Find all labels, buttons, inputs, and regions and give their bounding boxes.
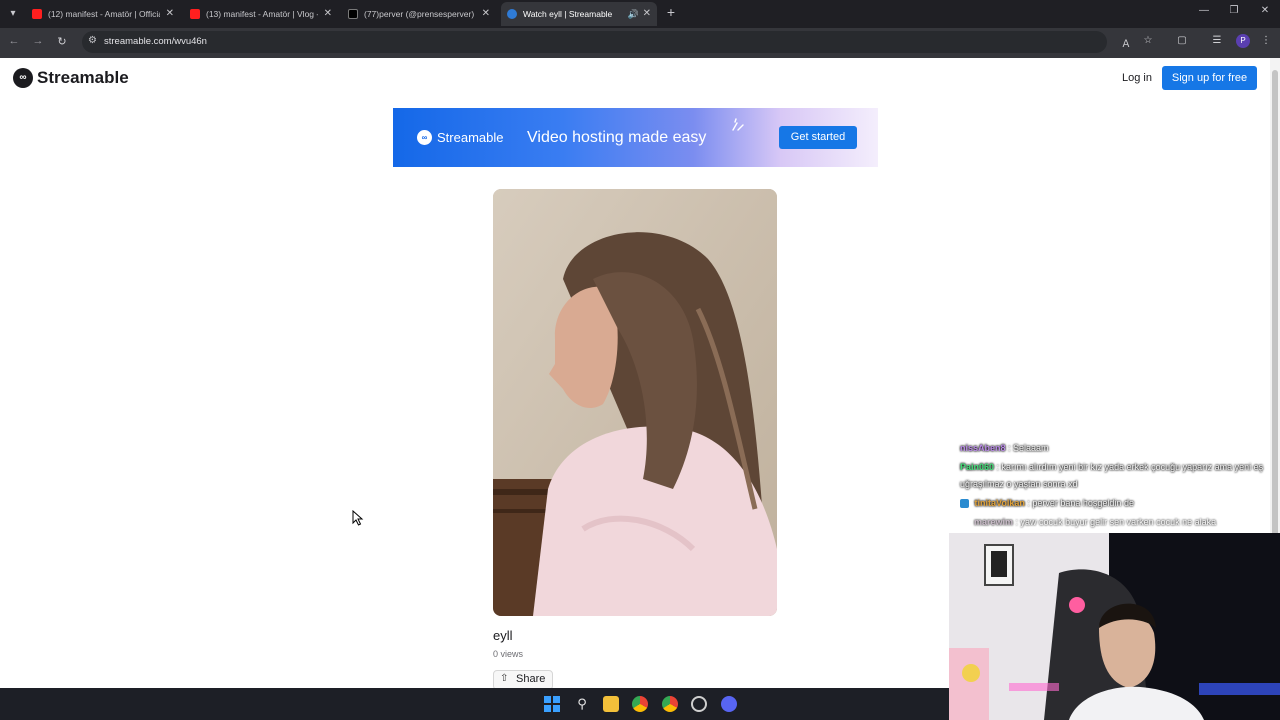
video-title: eyll <box>493 628 513 643</box>
profile-avatar[interactable]: P <box>1236 34 1250 48</box>
tab-streamable[interactable]: Watch eyll | Streamable 🔊 ✕ <box>501 2 657 26</box>
tab-title: (13) manifest - Amatör | Vlog - <box>206 9 318 19</box>
settings-icon[interactable] <box>691 696 707 712</box>
chat-message: Pain060 : karımı alırdım yeni bir kız ya… <box>960 459 1266 493</box>
tiktok-icon <box>348 9 358 19</box>
streamable-icon <box>507 9 517 19</box>
stream-chat-overlay: nissAben8 : Selaaam Pain060 : karımı alı… <box>952 438 1270 534</box>
chat-text: : karımı alırdım yeni bir kız yada erkek… <box>960 462 1264 489</box>
bookmark-star-icon[interactable]: ☆ <box>1140 35 1156 46</box>
tab-youtube-2[interactable]: (13) manifest - Amatör | Vlog - ✕ <box>184 2 338 26</box>
mouse-cursor-icon <box>352 510 364 526</box>
login-link[interactable]: Log in <box>1112 68 1162 88</box>
close-window-icon[interactable]: ✕ <box>1258 5 1272 16</box>
browser-tab-bar: ▾ (12) manifest - Amatör | Officia ✕ (13… <box>0 0 1280 28</box>
promo-banner[interactable]: ∞ Streamable Video hosting made easy Get… <box>393 108 878 167</box>
address-bar[interactable]: ⚙ streamable.com/wvu46n <box>82 31 1107 53</box>
youtube-icon <box>190 9 200 19</box>
logo-text: Streamable <box>37 68 129 87</box>
windows-start-icon[interactable] <box>544 696 560 712</box>
close-icon[interactable]: ✕ <box>482 2 490 26</box>
minimize-icon[interactable]: — <box>1197 5 1211 16</box>
tab-title: (77)perver (@prensesperver) | T <box>364 9 476 19</box>
browser-toolbar: ← → ↻ ⚙ streamable.com/wvu46n Ａ ☆ ▢ ☰ P … <box>0 28 1280 58</box>
media-controls-icon[interactable]: ☰ <box>1209 35 1225 46</box>
forward-icon[interactable]: → <box>30 35 46 47</box>
discord-icon[interactable] <box>721 696 737 712</box>
sparkle-icon <box>732 118 744 131</box>
url-text[interactable]: streamable.com/wvu46n <box>104 31 207 53</box>
youtube-icon <box>32 9 42 19</box>
share-button[interactable]: ⇧ Share <box>493 670 553 690</box>
file-explorer-icon[interactable] <box>603 696 619 712</box>
chat-message: nissAben8 : Selaaam <box>960 440 1266 457</box>
streamable-logo-icon: ∞ <box>13 68 33 88</box>
windows-taskbar: ⚲ <box>0 688 949 720</box>
close-icon[interactable]: ✕ <box>643 2 651 26</box>
chat-text: : perver bana hoşgeldin de <box>1027 498 1134 508</box>
site-info-icon[interactable]: ⚙ <box>88 35 97 46</box>
chat-username: marewim <box>974 517 1014 527</box>
share-icon: ⇧ <box>500 673 509 684</box>
back-icon[interactable]: ← <box>6 35 22 47</box>
video-frame <box>493 189 777 616</box>
chat-username: Pain060 <box>960 462 995 472</box>
chat-username: nissAben8 <box>960 443 1006 453</box>
restore-icon[interactable]: ❐ <box>1227 5 1241 16</box>
share-label: Share <box>516 673 546 685</box>
chat-text: : Selaaam <box>1008 443 1049 453</box>
reload-icon[interactable]: ↻ <box>54 35 70 48</box>
webcam-frame <box>949 533 1280 720</box>
chat-message: tinitaVolkan : perver bana hoşgeldin de <box>960 495 1266 512</box>
new-tab-icon[interactable]: + <box>664 4 678 20</box>
tab-title: Watch eyll | Streamable <box>523 9 613 19</box>
signup-button[interactable]: Sign up for free <box>1162 66 1257 90</box>
banner-brand: Streamable <box>437 130 504 145</box>
close-icon[interactable]: ✕ <box>324 2 332 26</box>
streamer-webcam <box>949 533 1280 720</box>
tab-tiktok[interactable]: (77)perver (@prensesperver) | T ✕ <box>342 2 496 26</box>
subscriber-badge-icon <box>960 499 969 509</box>
tab-title: (12) manifest - Amatör | Officia <box>48 9 160 19</box>
chat-text: : yaw cocuk buyur gelir sen varken cocuk… <box>1015 517 1217 527</box>
tab-search-icon[interactable]: ▾ <box>4 5 22 23</box>
view-count: 0 views <box>493 649 524 659</box>
speaker-icon[interactable]: 🔊 <box>628 2 639 26</box>
chat-message: marewim : yaw cocuk buyur gelir sen vark… <box>974 514 1266 531</box>
chrome-icon[interactable] <box>662 696 678 712</box>
chrome-icon[interactable] <box>632 696 648 712</box>
translate-icon[interactable]: Ａ <box>1118 35 1134 50</box>
get-started-button[interactable]: Get started <box>779 126 857 149</box>
tab-youtube-1[interactable]: (12) manifest - Amatör | Officia ✕ <box>26 2 180 26</box>
menu-kebab-icon[interactable]: ⋮ <box>1258 35 1274 46</box>
streamable-logo-icon: ∞ <box>417 130 432 145</box>
extensions-icon[interactable]: ▢ <box>1174 35 1190 46</box>
banner-tagline: Video hosting made easy <box>527 129 707 146</box>
close-icon[interactable]: ✕ <box>166 2 174 26</box>
video-player[interactable] <box>493 189 777 616</box>
search-icon[interactable]: ⚲ <box>574 696 590 712</box>
chat-username: tinitaVolkan <box>974 498 1025 508</box>
